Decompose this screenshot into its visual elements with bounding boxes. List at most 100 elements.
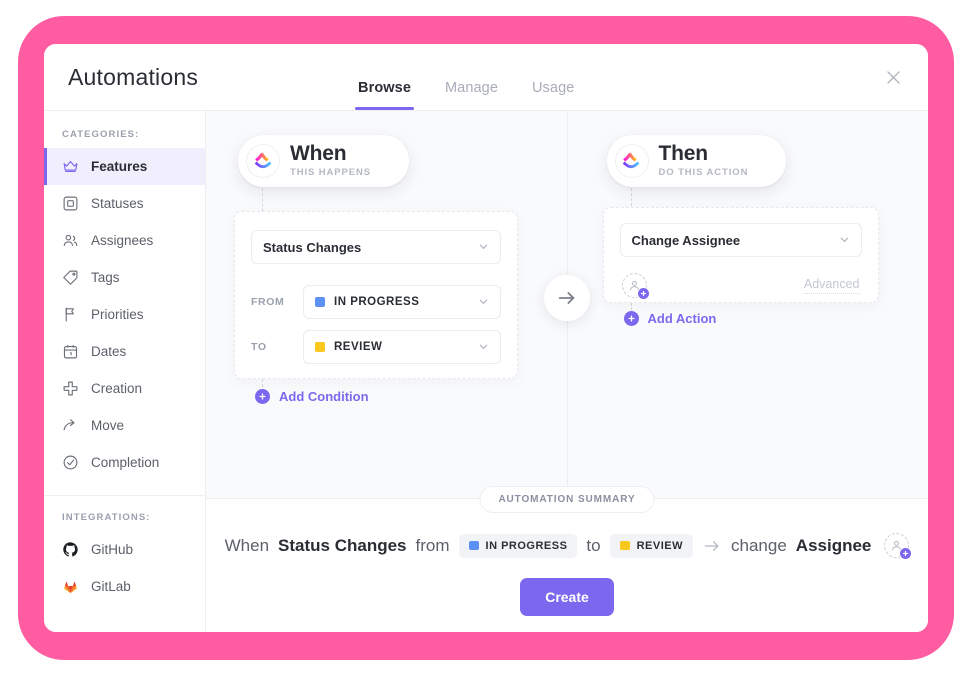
add-condition-button[interactable]: Add Condition xyxy=(255,389,369,404)
then-card: Change Assignee Advanced xyxy=(602,207,879,303)
trigger-select[interactable]: Status Changes xyxy=(251,230,501,264)
action-select-value: Change Assignee xyxy=(631,232,741,248)
clickup-logo-icon xyxy=(615,144,648,177)
sidebar-item-completion[interactable]: Completion xyxy=(44,444,205,481)
from-status-value: IN PROGRESS xyxy=(334,296,420,308)
from-status-select[interactable]: IN PROGRESS xyxy=(303,285,501,319)
flag-icon xyxy=(62,306,79,323)
summary-from-word: from xyxy=(415,535,450,555)
sidebar-integrations-heading: INTEGRATIONS: xyxy=(62,512,151,523)
to-status-value: REVIEW xyxy=(334,341,383,353)
when-pill-subtitle: THIS HAPPENS xyxy=(290,166,372,178)
summary-trigger: Status Changes xyxy=(278,535,407,555)
sidebar-item-label: Move xyxy=(91,418,125,433)
to-row: TO REVIEW xyxy=(251,330,501,364)
sidebar-item-gitlab[interactable]: GitLab xyxy=(44,568,205,605)
status-color-swatch xyxy=(619,541,630,550)
when-card: Status Changes FROM IN PROGRESS TO REVIE… xyxy=(234,211,518,379)
flow-arrow-button[interactable] xyxy=(544,275,590,321)
square-nested-icon xyxy=(62,195,79,212)
people-icon xyxy=(62,232,79,249)
plus-badge-icon xyxy=(636,287,650,300)
to-status-select[interactable]: REVIEW xyxy=(303,330,501,364)
close-icon[interactable] xyxy=(880,64,906,90)
plus-icon xyxy=(255,389,270,404)
status-color-swatch xyxy=(315,297,325,307)
modal-body: CATEGORIES: Features Statuses Assignees … xyxy=(44,110,928,632)
crown-icon xyxy=(62,158,79,175)
plus-icon xyxy=(623,311,639,326)
tag-icon xyxy=(62,269,79,286)
summary-to-word: to xyxy=(586,535,601,555)
sidebar-item-assignees[interactable]: Assignees xyxy=(44,222,205,259)
create-button[interactable]: Create xyxy=(520,578,614,616)
add-action-label: Add Action xyxy=(647,311,717,326)
action-options-row: Advanced xyxy=(620,273,862,300)
then-pill-subtitle: DO THIS ACTION xyxy=(658,166,749,178)
arrow-right-icon xyxy=(702,536,722,556)
advanced-link[interactable]: Advanced xyxy=(803,277,860,294)
sidebar-item-github[interactable]: GitHub xyxy=(44,531,205,568)
summary-sentence: When Status Changes from IN PROGRESS to … xyxy=(206,529,928,578)
sidebar-item-label: Dates xyxy=(91,344,127,359)
sidebar-categories-heading: CATEGORIES: xyxy=(62,129,140,140)
sidebar-item-dates[interactable]: Dates xyxy=(44,333,205,370)
sidebar-item-tags[interactable]: Tags xyxy=(44,259,205,296)
gitlab-icon xyxy=(62,578,79,595)
chevron-down-icon xyxy=(839,235,850,246)
sidebar-item-label: Tags xyxy=(91,270,120,285)
sidebar-item-statuses[interactable]: Statuses xyxy=(44,185,205,222)
add-action-button[interactable]: Add Action xyxy=(623,311,717,326)
add-assignee-avatar-button[interactable] xyxy=(621,273,650,300)
modal-header: Automations Browse Manage Usage xyxy=(44,44,928,110)
sidebar-item-creation[interactable]: Creation xyxy=(44,370,205,407)
sidebar-item-move[interactable]: Move xyxy=(44,407,205,444)
chevron-down-icon xyxy=(478,342,489,353)
sidebar-item-label: Features xyxy=(91,159,148,174)
when-column: When THIS HAPPENS Status Changes FROM IN… xyxy=(206,111,568,498)
summary-to-tag: REVIEW xyxy=(609,533,694,558)
check-circle-icon xyxy=(62,454,79,471)
sidebar-item-label: Statuses xyxy=(91,196,144,211)
trigger-select-value: Status Changes xyxy=(263,239,362,255)
tab-bar: Browse Manage Usage xyxy=(355,44,574,110)
clickup-logo-icon xyxy=(247,144,279,177)
sidebar-item-priorities[interactable]: Priorities xyxy=(44,296,205,333)
github-icon xyxy=(62,541,79,558)
sidebar-item-features[interactable]: Features xyxy=(44,148,205,185)
to-label: TO xyxy=(251,341,267,353)
summary-chip-label: AUTOMATION SUMMARY xyxy=(479,486,655,513)
sidebar-item-label: Assignees xyxy=(91,233,154,248)
when-pill-title: When xyxy=(290,142,347,165)
action-select[interactable]: Change Assignee xyxy=(619,223,862,257)
summary-from-value: IN PROGRESS xyxy=(485,539,568,552)
then-pill: Then DO THIS ACTION xyxy=(606,135,787,187)
sidebar-item-label: Priorities xyxy=(91,307,144,322)
status-color-swatch xyxy=(468,541,479,550)
summary-target: Assignee xyxy=(795,535,872,555)
sidebar-item-label: GitLab xyxy=(91,579,131,594)
sidebar-divider xyxy=(44,495,205,496)
sidebar-item-label: Completion xyxy=(91,455,160,470)
main-panel: When THIS HAPPENS Status Changes FROM IN… xyxy=(206,110,928,632)
summary-add-assignee-avatar[interactable] xyxy=(884,533,913,560)
arrow-curve-icon xyxy=(62,417,79,434)
chevron-down-icon xyxy=(478,242,489,253)
add-condition-label: Add Condition xyxy=(279,389,369,404)
summary-when-word: When xyxy=(224,535,270,555)
automation-canvas: When THIS HAPPENS Status Changes FROM IN… xyxy=(206,111,928,498)
calendar-icon xyxy=(62,343,79,360)
then-column: Then DO THIS ACTION Change Assignee Adva… xyxy=(568,111,929,498)
arrow-right-icon xyxy=(558,292,575,304)
sidebar-item-label: GitHub xyxy=(91,542,134,557)
then-pill-title: Then xyxy=(658,142,709,165)
plus-thick-icon xyxy=(62,380,79,397)
sidebar-item-label: Creation xyxy=(91,381,143,396)
automation-summary-section: AUTOMATION SUMMARY When Status Changes f… xyxy=(206,486,928,632)
tab-manage[interactable]: Manage xyxy=(445,80,498,110)
chevron-down-icon xyxy=(478,297,489,308)
tab-usage[interactable]: Usage xyxy=(532,80,574,110)
from-label: FROM xyxy=(251,296,285,308)
summary-from-tag: IN PROGRESS xyxy=(458,533,578,558)
tab-browse[interactable]: Browse xyxy=(355,80,414,110)
